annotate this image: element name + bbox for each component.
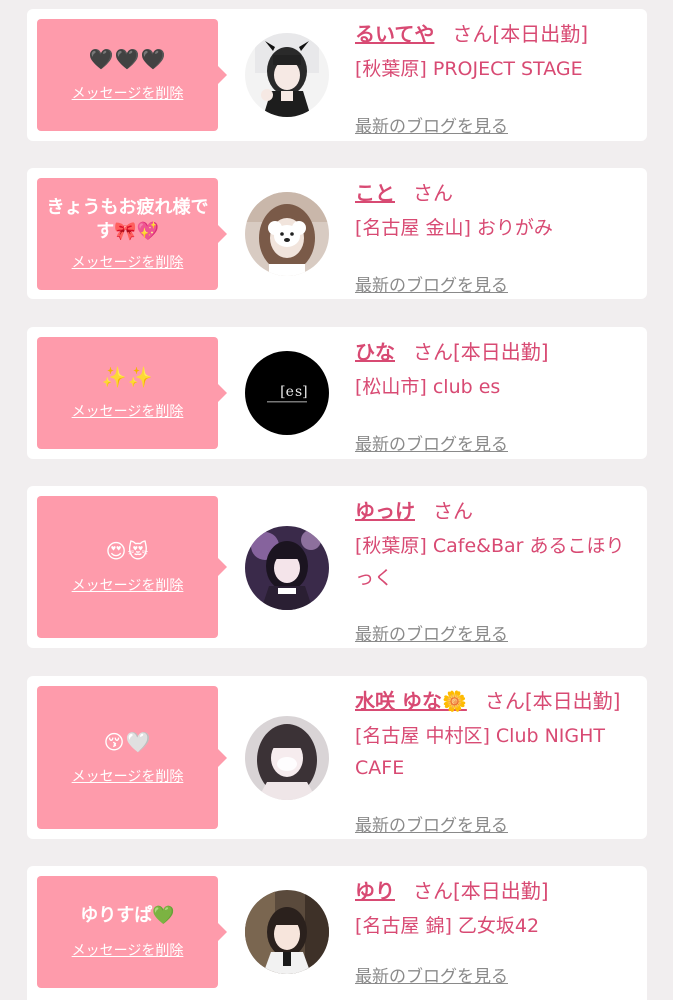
shop-name: [名古屋 中村区] Club NIGHT CAFE bbox=[355, 725, 606, 779]
status-badge: [本日出勤] bbox=[453, 340, 549, 364]
message-text: 🖤🖤🖤 bbox=[88, 47, 167, 71]
delete-message-link[interactable]: メッセージを削除 bbox=[72, 940, 184, 960]
honorific: さん bbox=[413, 879, 453, 903]
blog-link[interactable]: 最新のブログを見る bbox=[355, 962, 508, 987]
girl-photo-icon bbox=[245, 716, 329, 800]
favorite-card: ✨✨ メッセージを削除 [e s] ひな さん[本日出勤] [松山市] club … bbox=[27, 327, 647, 459]
favorite-card: きょうもお疲れ様です🎀💖 メッセージを削除 こと さん [名古屋 金山] おりがみ… bbox=[27, 168, 647, 299]
svg-text:s]: s] bbox=[295, 384, 308, 400]
status-badge: [本日出勤] bbox=[492, 22, 589, 46]
cast-info: ゆり さん[本日出勤] [名古屋 錦] 乙女坂42 最新のブログを見る bbox=[355, 876, 639, 987]
avatar[interactable] bbox=[245, 33, 329, 117]
cast-info: ゆっけ さん [秋葉原] Cafe&Bar あるこほりっく 最新のブログを見る bbox=[355, 496, 639, 645]
shop-name: [秋葉原] Cafe&Bar あるこほりっく bbox=[355, 535, 625, 589]
cast-name-link[interactable]: こと bbox=[355, 181, 395, 205]
avatar[interactable] bbox=[245, 890, 329, 974]
delete-message-link[interactable]: メッセージを削除 bbox=[72, 401, 184, 421]
message-bubble: ゆりすぱ💚 メッセージを削除 bbox=[37, 876, 227, 988]
name-line: ゆっけ さん bbox=[355, 496, 639, 526]
cast-name-link[interactable]: ゆっけ bbox=[355, 499, 415, 523]
cast-info: ひな さん[本日出勤] [松山市] club es 最新のブログを見る bbox=[355, 337, 639, 455]
cast-info: こと さん [名古屋 金山] おりがみ 最新のブログを見る bbox=[355, 178, 639, 296]
cast-info: 水咲 ゆな🌼 さん[本日出勤] [名古屋 中村区] Club NIGHT CAFE… bbox=[355, 686, 639, 836]
name-line: ゆり さん[本日出勤] bbox=[355, 876, 639, 906]
message-bubble: ✨✨ メッセージを削除 bbox=[37, 337, 227, 449]
girl-photo-icon bbox=[245, 526, 329, 610]
favorite-card: 😍😻 メッセージを削除 ゆっけ さん [秋葉原] Cafe&Bar あるこほりっく… bbox=[27, 486, 647, 648]
blog-link[interactable]: 最新のブログを見る bbox=[355, 811, 508, 836]
svg-text:[e: [e bbox=[280, 384, 294, 400]
delete-message-link[interactable]: メッセージを削除 bbox=[72, 252, 184, 272]
message-text: 😍😻 bbox=[105, 539, 150, 563]
status-badge: [本日出勤] bbox=[453, 879, 549, 903]
delete-message-link[interactable]: メッセージを削除 bbox=[72, 766, 184, 786]
shop-name: [名古屋 金山] おりがみ bbox=[355, 217, 553, 239]
cast-name-link[interactable]: 水咲 ゆな🌼 bbox=[355, 689, 467, 713]
honorific: さん bbox=[452, 22, 493, 46]
cast-name-link[interactable]: るいてや bbox=[355, 22, 434, 46]
honorific: さん bbox=[433, 499, 473, 523]
delete-message-link[interactable]: メッセージを削除 bbox=[72, 575, 184, 595]
message-bubble: 😍😻 メッセージを削除 bbox=[37, 496, 227, 638]
girl-photo-icon bbox=[245, 192, 329, 276]
blog-link[interactable]: 最新のブログを見る bbox=[355, 112, 508, 137]
girl-photo-icon bbox=[245, 890, 329, 974]
message-bubble: 🖤🖤🖤 メッセージを削除 bbox=[37, 19, 227, 131]
delete-message-link[interactable]: メッセージを削除 bbox=[72, 83, 184, 103]
cast-name-link[interactable]: ひな bbox=[355, 340, 395, 364]
message-text: きょうもお疲れ様です🎀💖 bbox=[46, 197, 209, 242]
avatar[interactable]: [e s] bbox=[245, 351, 329, 435]
name-line: るいてや さん[本日出勤] bbox=[355, 19, 639, 49]
shop-name: [名古屋 錦] 乙女坂42 bbox=[355, 915, 540, 937]
avatar[interactable] bbox=[245, 526, 329, 610]
favorite-card: 🖤🖤🖤 メッセージを削除 るいてや さん[本日出勤] [秋葉原] PROJECT … bbox=[27, 9, 647, 141]
favorite-card: 😚🤍 メッセージを削除 水咲 ゆな🌼 さん[本日出勤] [名古屋 中村区] Clu… bbox=[27, 676, 647, 839]
shop-name: [秋葉原] PROJECT STAGE bbox=[355, 58, 583, 80]
honorific: さん bbox=[413, 181, 453, 205]
blog-link[interactable]: 最新のブログを見る bbox=[355, 271, 508, 296]
club-logo-icon: [e s] bbox=[245, 351, 329, 435]
honorific: さん bbox=[413, 340, 453, 364]
message-text: 😚🤍 bbox=[103, 729, 152, 754]
avatar[interactable] bbox=[245, 192, 329, 276]
name-line: ひな さん[本日出勤] bbox=[355, 337, 639, 367]
message-bubble: きょうもお疲れ様です🎀💖 メッセージを削除 bbox=[37, 178, 227, 290]
message-bubble: 😚🤍 メッセージを削除 bbox=[37, 686, 227, 829]
name-line: 水咲 ゆな🌼 さん[本日出勤] bbox=[355, 686, 639, 716]
honorific: さん bbox=[484, 689, 525, 713]
message-text: ✨✨ bbox=[101, 365, 154, 389]
favorite-card: ゆりすぱ💚 メッセージを削除 ゆり さん[本日出勤] [名古屋 錦] 乙女坂42 … bbox=[27, 866, 647, 1000]
avatar[interactable] bbox=[245, 716, 329, 800]
message-text: ゆりすぱ💚 bbox=[80, 905, 175, 926]
girl-photo-icon bbox=[245, 33, 329, 117]
status-badge: [本日出勤] bbox=[524, 689, 621, 713]
name-line: こと さん bbox=[355, 178, 639, 208]
blog-link[interactable]: 最新のブログを見る bbox=[355, 620, 508, 645]
cast-name-link[interactable]: ゆり bbox=[355, 879, 395, 903]
shop-name: [松山市] club es bbox=[355, 376, 501, 398]
cast-info: るいてや さん[本日出勤] [秋葉原] PROJECT STAGE 最新のブログを… bbox=[355, 19, 639, 137]
blog-link[interactable]: 最新のブログを見る bbox=[355, 430, 508, 455]
